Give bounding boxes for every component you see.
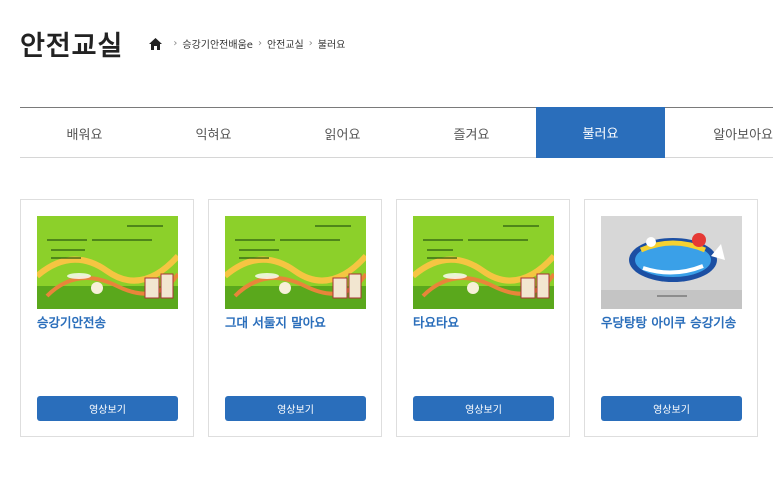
video-card: 승강기안전송 영상보기: [20, 199, 194, 437]
video-title[interactable]: 우당탕탕 아이쿠 승강기송: [601, 313, 746, 333]
breadcrumb: › 승강기안전배움e › 안전교실 › 불러요: [149, 36, 345, 51]
chevron-right-icon: ›: [257, 38, 262, 49]
tab-explore[interactable]: 알아보아요: [665, 108, 773, 158]
video-card: 우당탕탕 아이쿠 승강기송 영상보기: [584, 199, 758, 437]
video-thumbnail[interactable]: [37, 216, 178, 309]
video-thumbnail[interactable]: [225, 216, 366, 309]
page-title: 안전교실: [20, 31, 124, 62]
tab-enjoy[interactable]: 즐겨요: [407, 108, 536, 158]
tab-sing[interactable]: 불러요: [536, 107, 665, 158]
chevron-right-icon: ›: [173, 38, 178, 49]
breadcrumb-item[interactable]: › 승강기안전배움e: [168, 36, 253, 51]
tab-learn[interactable]: 배워요: [20, 108, 149, 158]
tab-practice[interactable]: 익혀요: [149, 108, 278, 158]
video-thumbnail[interactable]: [413, 216, 554, 309]
video-title[interactable]: 승강기안전송: [37, 313, 182, 333]
tab-read[interactable]: 읽어요: [278, 108, 407, 158]
video-title[interactable]: 그대 서둘지 말아요: [225, 313, 370, 333]
home-icon[interactable]: [149, 37, 163, 50]
watch-video-button[interactable]: 영상보기: [225, 396, 366, 421]
video-thumbnail[interactable]: [601, 216, 742, 309]
video-title[interactable]: 타요타요: [413, 313, 558, 333]
video-card-list: 승강기안전송 영상보기 그대 서둘지 말아요 영상보기 타요타요 영상보기 우당…: [20, 199, 772, 437]
breadcrumb-item[interactable]: › 안전교실: [253, 36, 304, 51]
chevron-right-icon: ›: [308, 38, 313, 49]
tab-bar: 배워요 익혀요 읽어요 즐겨요 불러요 알아보아요: [20, 107, 773, 158]
page-header: 안전교실 › 승강기안전배움e › 안전교실 › 불러요: [20, 24, 345, 63]
video-card: 그대 서둘지 말아요 영상보기: [208, 199, 382, 437]
breadcrumb-item-current[interactable]: › 불러요: [304, 36, 346, 51]
watch-video-button[interactable]: 영상보기: [601, 396, 742, 421]
watch-video-button[interactable]: 영상보기: [37, 396, 178, 421]
video-card: 타요타요 영상보기: [396, 199, 570, 437]
watch-video-button[interactable]: 영상보기: [413, 396, 554, 421]
